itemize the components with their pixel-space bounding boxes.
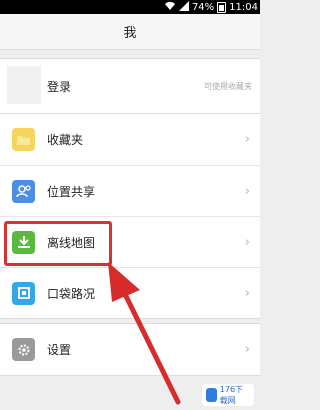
menu-item-offline-map[interactable]: 离线地图 › bbox=[0, 216, 260, 267]
location-share-icon bbox=[12, 179, 35, 203]
menu-item-settings[interactable]: 设置 › bbox=[0, 324, 260, 375]
page-title: 我 bbox=[123, 26, 137, 41]
login-label: 登录 bbox=[47, 79, 72, 94]
traffic-icon bbox=[12, 281, 35, 305]
menu-item-label: 位置共享 bbox=[47, 184, 96, 199]
chevron-right-icon: › bbox=[244, 285, 250, 301]
watermark: 176下载网 bbox=[202, 384, 254, 406]
menu-group: 收藏夹 › 位置共享 › 离线地图 › 口袋路况 › bbox=[0, 113, 260, 319]
wifi-icon bbox=[164, 1, 176, 14]
gear-icon bbox=[12, 338, 35, 361]
clock: 11:04 bbox=[229, 2, 258, 13]
menu-item-label: 收藏夹 bbox=[47, 133, 84, 147]
menu-item-label: 设置 bbox=[47, 343, 72, 357]
avatar bbox=[7, 66, 41, 104]
login-row[interactable]: 登录 可使用收藏夹 bbox=[0, 59, 260, 113]
signal-icon bbox=[178, 1, 189, 14]
settings-group: 设置 › bbox=[0, 323, 260, 376]
menu-item-label: 口袋路况 bbox=[47, 286, 96, 301]
status-bar: 74% 11:04 bbox=[0, 0, 260, 14]
title-bar: 我 bbox=[0, 14, 260, 50]
menu-item-label: 离线地图 bbox=[47, 235, 96, 250]
menu-item-favorites[interactable]: 收藏夹 › bbox=[0, 114, 260, 165]
download-icon bbox=[12, 230, 35, 254]
chevron-right-icon: › bbox=[244, 132, 250, 147]
folder-icon bbox=[12, 128, 35, 151]
watermark-text: 176下载网 bbox=[219, 385, 244, 405]
login-group: 登录 可使用收藏夹 bbox=[0, 58, 260, 114]
battery-icon bbox=[217, 2, 227, 13]
chevron-right-icon: › bbox=[244, 342, 250, 357]
menu-item-location-share[interactable]: 位置共享 › bbox=[0, 165, 260, 216]
menu-item-pocket-traffic[interactable]: 口袋路况 › bbox=[0, 267, 260, 318]
battery-percent: 74% bbox=[191, 2, 215, 13]
login-hint: 可使用收藏夹 bbox=[204, 81, 252, 91]
watermark-logo-icon bbox=[206, 388, 217, 402]
chevron-right-icon: › bbox=[244, 234, 250, 250]
chevron-right-icon: › bbox=[244, 183, 250, 199]
